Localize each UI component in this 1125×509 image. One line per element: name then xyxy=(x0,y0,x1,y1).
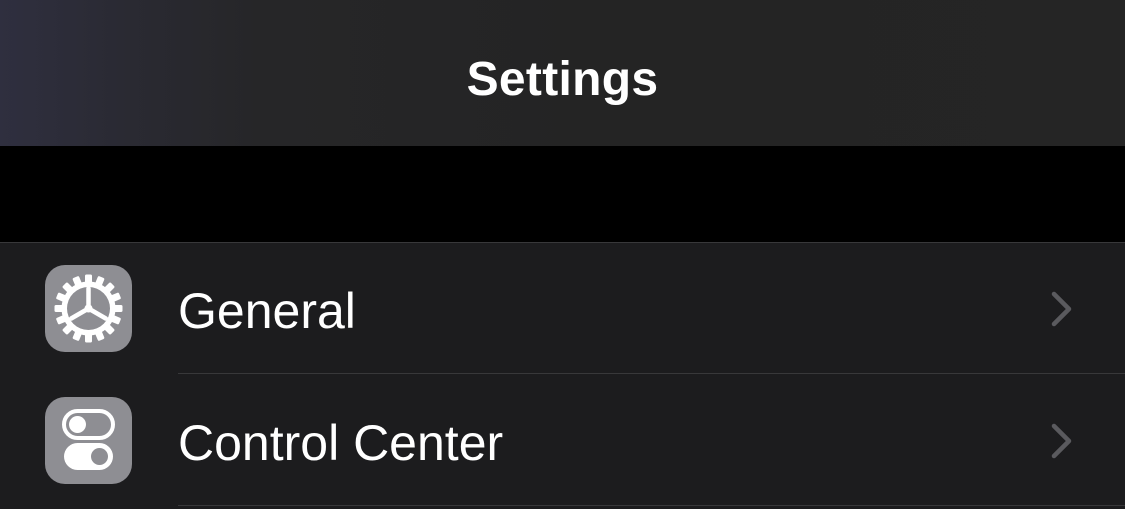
navigation-bar: Settings xyxy=(0,0,1125,146)
page-title: Settings xyxy=(466,53,659,106)
control-center-icon xyxy=(45,397,132,484)
settings-row-control-center[interactable]: Control Center xyxy=(0,375,1125,506)
settings-list: General Control Center xyxy=(0,242,1125,509)
row-separator xyxy=(178,373,1125,374)
chevron-right-icon xyxy=(1048,423,1074,464)
section-spacer xyxy=(0,146,1125,242)
chevron-right-icon xyxy=(1048,291,1074,332)
settings-row-general[interactable]: General xyxy=(0,243,1125,374)
settings-row-label: Control Center xyxy=(178,415,504,471)
row-separator xyxy=(178,505,1125,506)
settings-row-label: General xyxy=(178,283,356,339)
gear-icon xyxy=(45,265,132,352)
